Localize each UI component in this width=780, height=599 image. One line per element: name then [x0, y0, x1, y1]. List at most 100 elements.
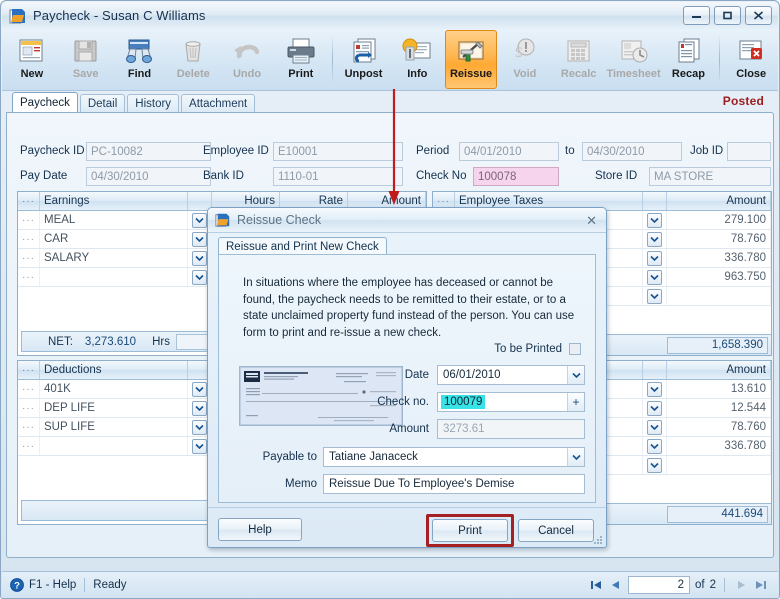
toolbar-button-info[interactable]: Info [391, 30, 443, 89]
period-to-field[interactable]: 04/30/2010 [582, 142, 682, 161]
first-record-icon[interactable] [588, 577, 603, 592]
deduction-amount[interactable]: 336.780 [667, 437, 771, 455]
toolbar-button-recap[interactable]: Recap [663, 30, 715, 89]
next-record-icon[interactable] [733, 577, 748, 592]
print-button[interactable]: Print [432, 519, 508, 542]
tab-reissue-and-print-new-check[interactable]: Reissue and Print New Check [218, 237, 387, 255]
toolbar-button-void[interactable]: $ Void [499, 30, 551, 89]
close-icon[interactable]: ✕ [586, 214, 597, 227]
close-icon[interactable] [745, 6, 772, 25]
toolbar-button-unpost[interactable]: Unpost [338, 30, 390, 89]
minimize-icon[interactable] [683, 6, 710, 25]
chevron-down-icon[interactable] [192, 400, 207, 416]
check-no-field[interactable]: 100078 [473, 167, 559, 186]
deduction-amount[interactable]: 13.610 [667, 380, 771, 398]
period-from-field[interactable]: 04/01/2010 [459, 142, 559, 161]
chevron-down-icon[interactable] [647, 381, 662, 397]
previous-record-icon[interactable] [608, 577, 623, 592]
tax-dropdown[interactable] [643, 287, 667, 305]
resize-grip[interactable] [593, 535, 603, 545]
chevron-down-icon[interactable] [647, 269, 662, 285]
tax-dropdown[interactable] [643, 211, 667, 229]
record-number-input[interactable]: 2 [628, 575, 690, 594]
chevron-down-icon[interactable] [647, 438, 662, 454]
tax-amount[interactable] [667, 287, 771, 305]
chevron-down-icon[interactable] [192, 381, 207, 397]
toolbar-button-recalc[interactable]: Recalc [553, 30, 605, 89]
chevron-down-icon[interactable] [647, 288, 662, 304]
col-earnings[interactable]: Earnings [40, 192, 188, 210]
tax-amount[interactable]: 336.780 [667, 249, 771, 267]
chevron-down-icon[interactable] [192, 269, 207, 285]
chevron-down-icon[interactable] [192, 250, 207, 266]
tab-paycheck[interactable]: Paycheck [12, 92, 78, 112]
chevron-down-icon[interactable] [647, 400, 662, 416]
chevron-down-icon[interactable] [647, 231, 662, 247]
col-deductions[interactable]: Deductions [40, 361, 188, 379]
chevron-down-icon[interactable] [647, 419, 662, 435]
deduction-name[interactable]: SUP LIFE [40, 418, 188, 436]
help-button[interactable]: Help [218, 518, 302, 541]
deduction-amount[interactable]: 78.760 [667, 418, 771, 436]
deduction-amount-dropdown[interactable] [643, 399, 667, 417]
deduction-amount-dropdown[interactable] [643, 456, 667, 474]
col-amount[interactable]: Amount [667, 361, 771, 379]
toolbar-button-close[interactable]: Close [725, 30, 777, 89]
tax-dropdown[interactable] [643, 249, 667, 267]
toolbar-button-undo[interactable]: Undo [221, 30, 273, 89]
toolbar-button-save[interactable]: Save [60, 30, 112, 89]
deduction-amount[interactable] [667, 456, 771, 474]
memo-field[interactable]: Reissue Due To Employee's Demise [323, 474, 585, 494]
toolbar-button-reissue[interactable]: Reissue [445, 30, 497, 89]
deduction-name[interactable] [40, 437, 188, 455]
paycheck-id-field[interactable]: PC-10082 [86, 142, 211, 161]
help-status[interactable]: ? F1 - Help [10, 577, 76, 592]
deduction-amount[interactable]: 12.544 [667, 399, 771, 417]
chevron-down-icon[interactable] [192, 438, 207, 454]
chevron-down-icon[interactable] [647, 212, 662, 228]
chevron-down-icon[interactable] [647, 250, 662, 266]
maximize-icon[interactable] [714, 6, 741, 25]
deduction-amount-dropdown[interactable] [643, 418, 667, 436]
chevron-down-icon[interactable] [192, 419, 207, 435]
tax-dropdown[interactable] [643, 268, 667, 286]
deduction-amount-dropdown[interactable] [643, 437, 667, 455]
tab-attachment[interactable]: Attachment [181, 94, 256, 112]
chevron-down-icon[interactable] [567, 366, 584, 384]
bank-id-field[interactable]: 1110-01 [273, 167, 403, 186]
toolbar-button-find[interactable]: Find [114, 30, 166, 89]
toolbar-button-timesheet[interactable]: Timesheet [606, 30, 661, 89]
chevron-down-icon[interactable] [192, 212, 207, 228]
employee-id-field[interactable]: E10001 [273, 142, 403, 161]
last-record-icon[interactable] [753, 577, 768, 592]
deduction-name[interactable]: DEP LIFE [40, 399, 188, 417]
pay-date-field[interactable]: 04/30/2010 [86, 167, 211, 186]
chevron-down-icon[interactable] [567, 448, 584, 466]
col-amount[interactable]: Amount [667, 192, 771, 210]
earnings-name[interactable] [40, 268, 188, 286]
tab-history[interactable]: History [127, 94, 180, 112]
toolbar-button-delete[interactable]: Delete [167, 30, 219, 89]
tax-amount[interactable]: 963.750 [667, 268, 771, 286]
toolbar-button-new[interactable]: New [6, 30, 58, 89]
deduction-name[interactable]: 401K [40, 380, 188, 398]
cancel-button[interactable]: Cancel [518, 519, 594, 542]
to-be-printed-checkbox[interactable] [569, 343, 581, 355]
deduction-amount-dropdown[interactable] [643, 380, 667, 398]
store-id-field[interactable]: MA STORE [649, 167, 771, 186]
chevron-down-icon[interactable] [647, 457, 662, 473]
check-no-field[interactable]: 100079 + [437, 392, 585, 412]
tax-dropdown[interactable] [643, 230, 667, 248]
tab-detail[interactable]: Detail [79, 94, 126, 112]
date-field[interactable]: 06/01/2010 [437, 365, 585, 385]
toolbar-button-print[interactable]: Print [275, 30, 327, 89]
earnings-name[interactable]: MEAL [40, 211, 188, 229]
payable-to-field[interactable]: Tatiane Janaceck [323, 447, 585, 467]
job-id-field[interactable] [727, 142, 771, 161]
plus-icon[interactable]: + [567, 393, 584, 411]
earnings-name[interactable]: CAR [40, 230, 188, 248]
earnings-name[interactable]: SALARY [40, 249, 188, 267]
chevron-down-icon[interactable] [192, 231, 207, 247]
tax-amount[interactable]: 78.760 [667, 230, 771, 248]
tax-amount[interactable]: 279.100 [667, 211, 771, 229]
